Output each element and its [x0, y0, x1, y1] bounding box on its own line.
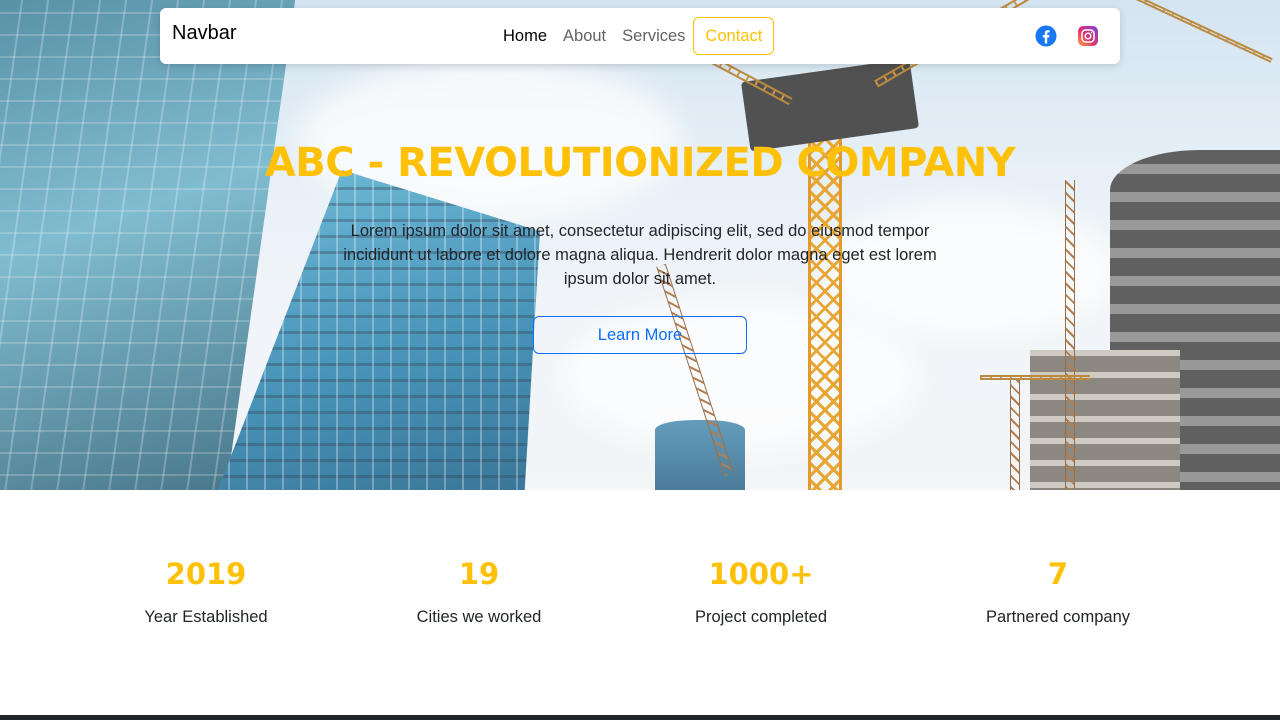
nav-link-about[interactable]: About: [555, 27, 614, 46]
stat-value: 2019: [165, 557, 247, 591]
instagram-icon[interactable]: [1077, 25, 1099, 47]
learn-more-button[interactable]: Learn More: [533, 316, 747, 354]
hero-title: ABC - REVOLUTIONIZED COMPANY: [264, 140, 1016, 186]
navbar-brand[interactable]: Navbar: [172, 22, 236, 45]
stat-value: 19: [458, 557, 500, 591]
nav-links: Home About Services Contact: [495, 16, 775, 56]
stat-label: Partnered company: [986, 608, 1130, 626]
stat-partners: 7 Partnered company: [958, 555, 1158, 629]
footer: [0, 715, 1280, 720]
stat-label: Project completed: [694, 608, 828, 626]
contact-button[interactable]: Contact: [693, 17, 775, 55]
facebook-icon[interactable]: [1035, 25, 1057, 47]
hero-description: Lorem ipsum dolor sit amet, consectetur …: [343, 222, 937, 288]
stat-cities: 19 Cities we worked: [379, 555, 579, 629]
navbar: Navbar Home About Services Contact: [160, 8, 1120, 64]
stat-value: 1000+: [708, 557, 814, 591]
stat-projects: 1000+ Project completed: [661, 555, 861, 629]
stat-label: Year Established: [144, 608, 268, 626]
stat-year-established: 2019 Year Established: [106, 555, 306, 629]
stat-label: Cities we worked: [416, 608, 542, 626]
stat-value: 7: [1047, 557, 1069, 591]
nav-link-services[interactable]: Services: [614, 27, 693, 46]
nav-link-home[interactable]: Home: [495, 27, 555, 46]
